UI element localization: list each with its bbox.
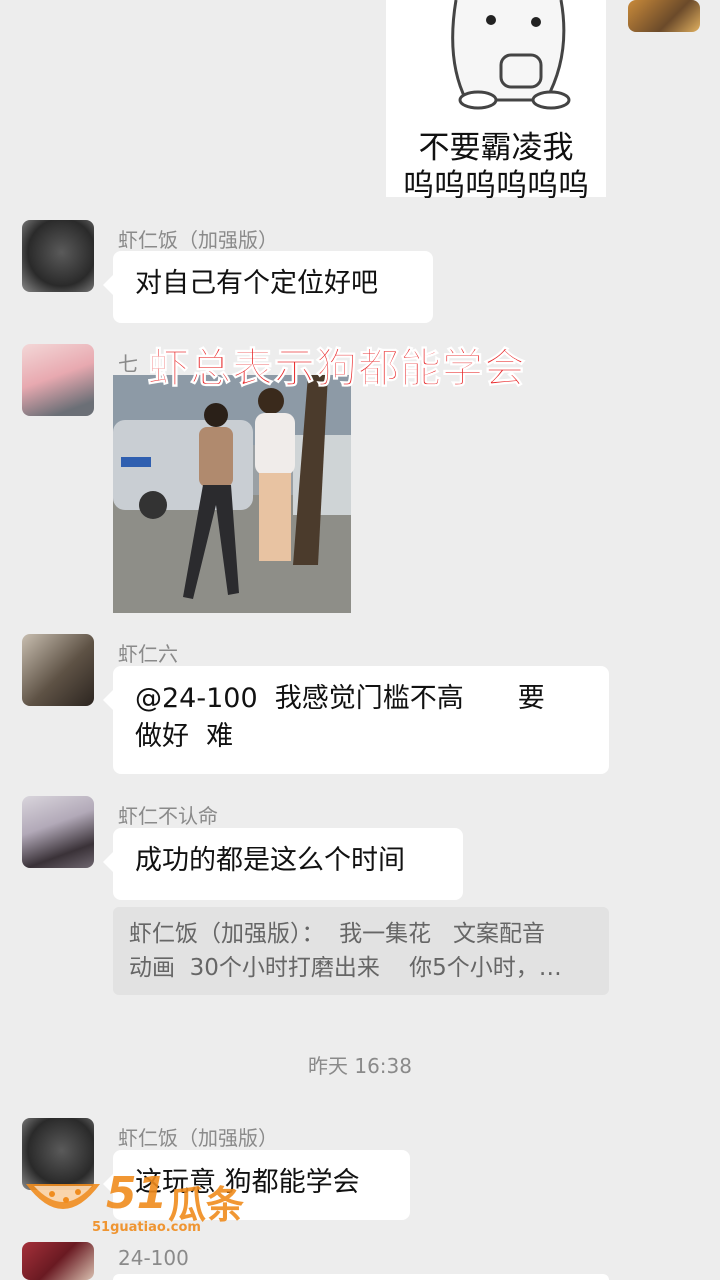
street-photo [113,375,351,613]
avatar[interactable] [22,1242,94,1280]
message-line: 做好 难 [135,721,234,752]
sticker-bear-drawing [451,0,571,110]
sender-name: 虾仁饭（加强版） [118,1126,278,1150]
avatar[interactable] [22,634,94,706]
sender-name: 虾仁饭（加强版） [118,228,278,252]
sender-name: 24-100 [118,1246,189,1270]
self-avatar[interactable] [628,0,700,32]
watermark-logo: 51 瓜条 51guatiao.com [22,1166,252,1236]
message-line: @24-100 我感觉门槛不高 要 [135,683,545,714]
message-bubble[interactable]: @24-100 我感觉门槛不高 要 做好 难 [103,666,609,774]
sender-name: 七 [118,352,138,376]
quoted-message[interactable]: 虾仁饭（加强版）： 我一集花 文案配音 动画 30个小时打磨出来 你5个小时，… [113,907,609,995]
quote-line: 动画 30个小时打磨出来 你5个小时，… [129,955,562,981]
quote-line: 虾仁饭（加强版）： 我一集花 文案配音 [129,921,546,947]
message-bubble[interactable]: 对自己有个定位好吧 [103,251,433,323]
avatar[interactable] [22,796,94,868]
watermark-url: 51guatiao.com [92,1220,201,1235]
avatar[interactable] [22,220,94,292]
sender-name: 虾仁六 [118,642,178,666]
avatar[interactable] [22,344,94,416]
message-bubble[interactable]: 成功的都是这么个时间 [103,828,463,900]
watermelon-icon [26,1184,100,1209]
sticker-text-line-2: 呜呜呜呜呜呜 [403,168,589,204]
message-bubble-partial[interactable] [113,1274,609,1280]
timestamp: 昨天 16:38 [308,1054,412,1078]
watermark-brand-digits: 51 [106,1168,168,1219]
sender-name: 虾仁不认命 [118,804,218,828]
photo-message[interactable] [113,375,351,613]
sticker-image[interactable]: 不要霸凌我 呜呜呜呜呜呜 [386,0,606,204]
overlay-caption: 虾总表示狗都能学会 [148,344,526,393]
